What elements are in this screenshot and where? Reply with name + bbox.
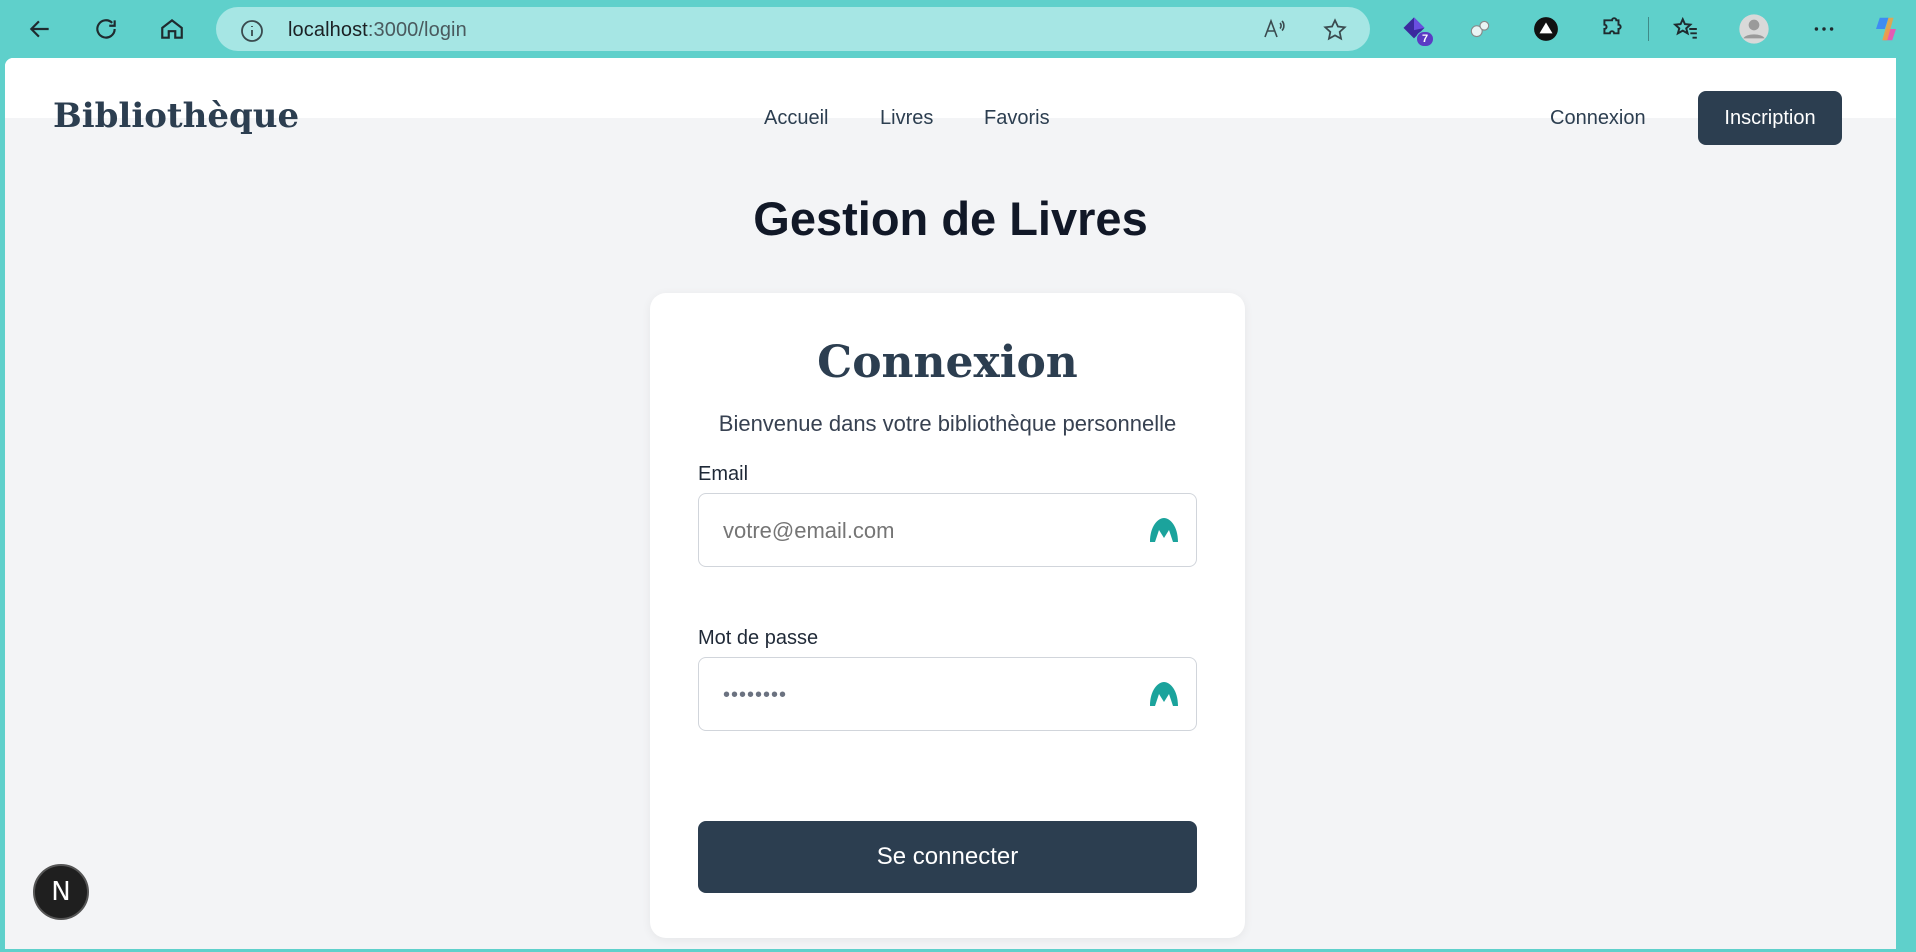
password-manager-icon[interactable] bbox=[1148, 680, 1180, 710]
home-icon[interactable] bbox=[156, 13, 188, 45]
url-text[interactable]: localhost:3000/login bbox=[288, 19, 467, 42]
extension-badge: 7 bbox=[1416, 31, 1434, 47]
profile-icon[interactable] bbox=[1738, 13, 1770, 45]
nav-link-accueil[interactable]: Accueil bbox=[764, 107, 828, 130]
browser-toolbar: localhost:3000/login 7 bbox=[0, 0, 1916, 58]
page-title: Gestion de Livres bbox=[753, 192, 1148, 245]
email-input[interactable] bbox=[723, 518, 1123, 544]
login-card-subtitle: Bienvenue dans votre bibliothèque person… bbox=[718, 411, 1177, 436]
password-label: Mot de passe bbox=[698, 627, 819, 649]
password-field[interactable]: •••••••• bbox=[698, 657, 1197, 731]
toolbar-divider bbox=[1648, 17, 1649, 41]
info-icon[interactable] bbox=[240, 19, 263, 42]
extension-icon[interactable]: 7 bbox=[1398, 13, 1434, 47]
vercel-extension-icon[interactable] bbox=[1530, 13, 1562, 45]
login-submit-button[interactable]: Se connecter bbox=[698, 821, 1197, 893]
login-link[interactable]: Connexion bbox=[1550, 107, 1646, 130]
password-manager-icon[interactable] bbox=[1148, 516, 1180, 546]
refresh-icon[interactable] bbox=[90, 13, 122, 45]
favorite-star-icon[interactable] bbox=[1322, 17, 1347, 41]
login-card: Connexion Bienvenue dans votre bibliothè… bbox=[650, 293, 1245, 938]
nav-link-favoris[interactable]: Favoris bbox=[984, 107, 1050, 130]
nav-link-livres[interactable]: Livres bbox=[880, 107, 933, 130]
back-icon[interactable] bbox=[24, 13, 56, 45]
page-viewport: Bibliothèque Accueil Livres Favoris Conn… bbox=[5, 58, 1896, 949]
email-field[interactable] bbox=[698, 493, 1197, 567]
password-input[interactable]: •••••••• bbox=[723, 684, 1123, 707]
favorites-icon[interactable] bbox=[1670, 13, 1702, 45]
puzzle-icon[interactable] bbox=[1596, 13, 1628, 45]
read-aloud-icon[interactable] bbox=[1262, 17, 1286, 41]
bubbles-extension-icon[interactable] bbox=[1464, 13, 1496, 45]
nextjs-dev-badge[interactable]: N bbox=[33, 864, 89, 920]
email-label: Email bbox=[698, 463, 749, 485]
address-bar[interactable]: localhost:3000/login bbox=[216, 7, 1370, 51]
more-icon[interactable] bbox=[1808, 13, 1840, 45]
site-brand[interactable]: Bibliothèque bbox=[53, 96, 299, 136]
login-card-title: Connexion bbox=[817, 337, 1078, 388]
copilot-icon[interactable] bbox=[1870, 13, 1902, 45]
signup-button[interactable]: Inscription bbox=[1698, 91, 1842, 145]
